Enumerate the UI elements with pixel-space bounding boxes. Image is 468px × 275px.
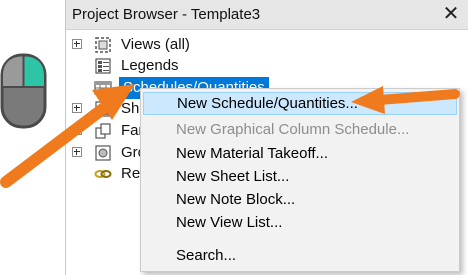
close-icon[interactable]: ✕ bbox=[441, 4, 461, 24]
menu-item-new-sheet-list[interactable]: New Sheet List... bbox=[143, 165, 457, 188]
menu-item-new-note-block[interactable]: New Note Block... bbox=[143, 188, 457, 211]
project-browser-title-bar: Project Browser - Template3 ✕ bbox=[66, 0, 468, 30]
expand-icon[interactable] bbox=[72, 39, 82, 49]
menu-item-new-view-list[interactable]: New View List... bbox=[143, 211, 457, 234]
menu-item-new-material-takeoff[interactable]: New Material Takeoff... bbox=[143, 142, 457, 165]
arrow-to-selected-node bbox=[0, 84, 135, 188]
panel-title: Project Browser - Template3 bbox=[72, 6, 261, 23]
views-icon bbox=[95, 37, 111, 53]
menu-item-new-graphical-column-schedule[interactable]: New Graphical Column Schedule... bbox=[143, 118, 457, 141]
arrow-to-menu-item bbox=[351, 86, 460, 114]
menu-item-search[interactable]: Search... bbox=[143, 244, 457, 267]
tree-item-label: Views (all) bbox=[121, 36, 190, 53]
tree-item-views[interactable]: Views (all) bbox=[66, 34, 466, 56]
